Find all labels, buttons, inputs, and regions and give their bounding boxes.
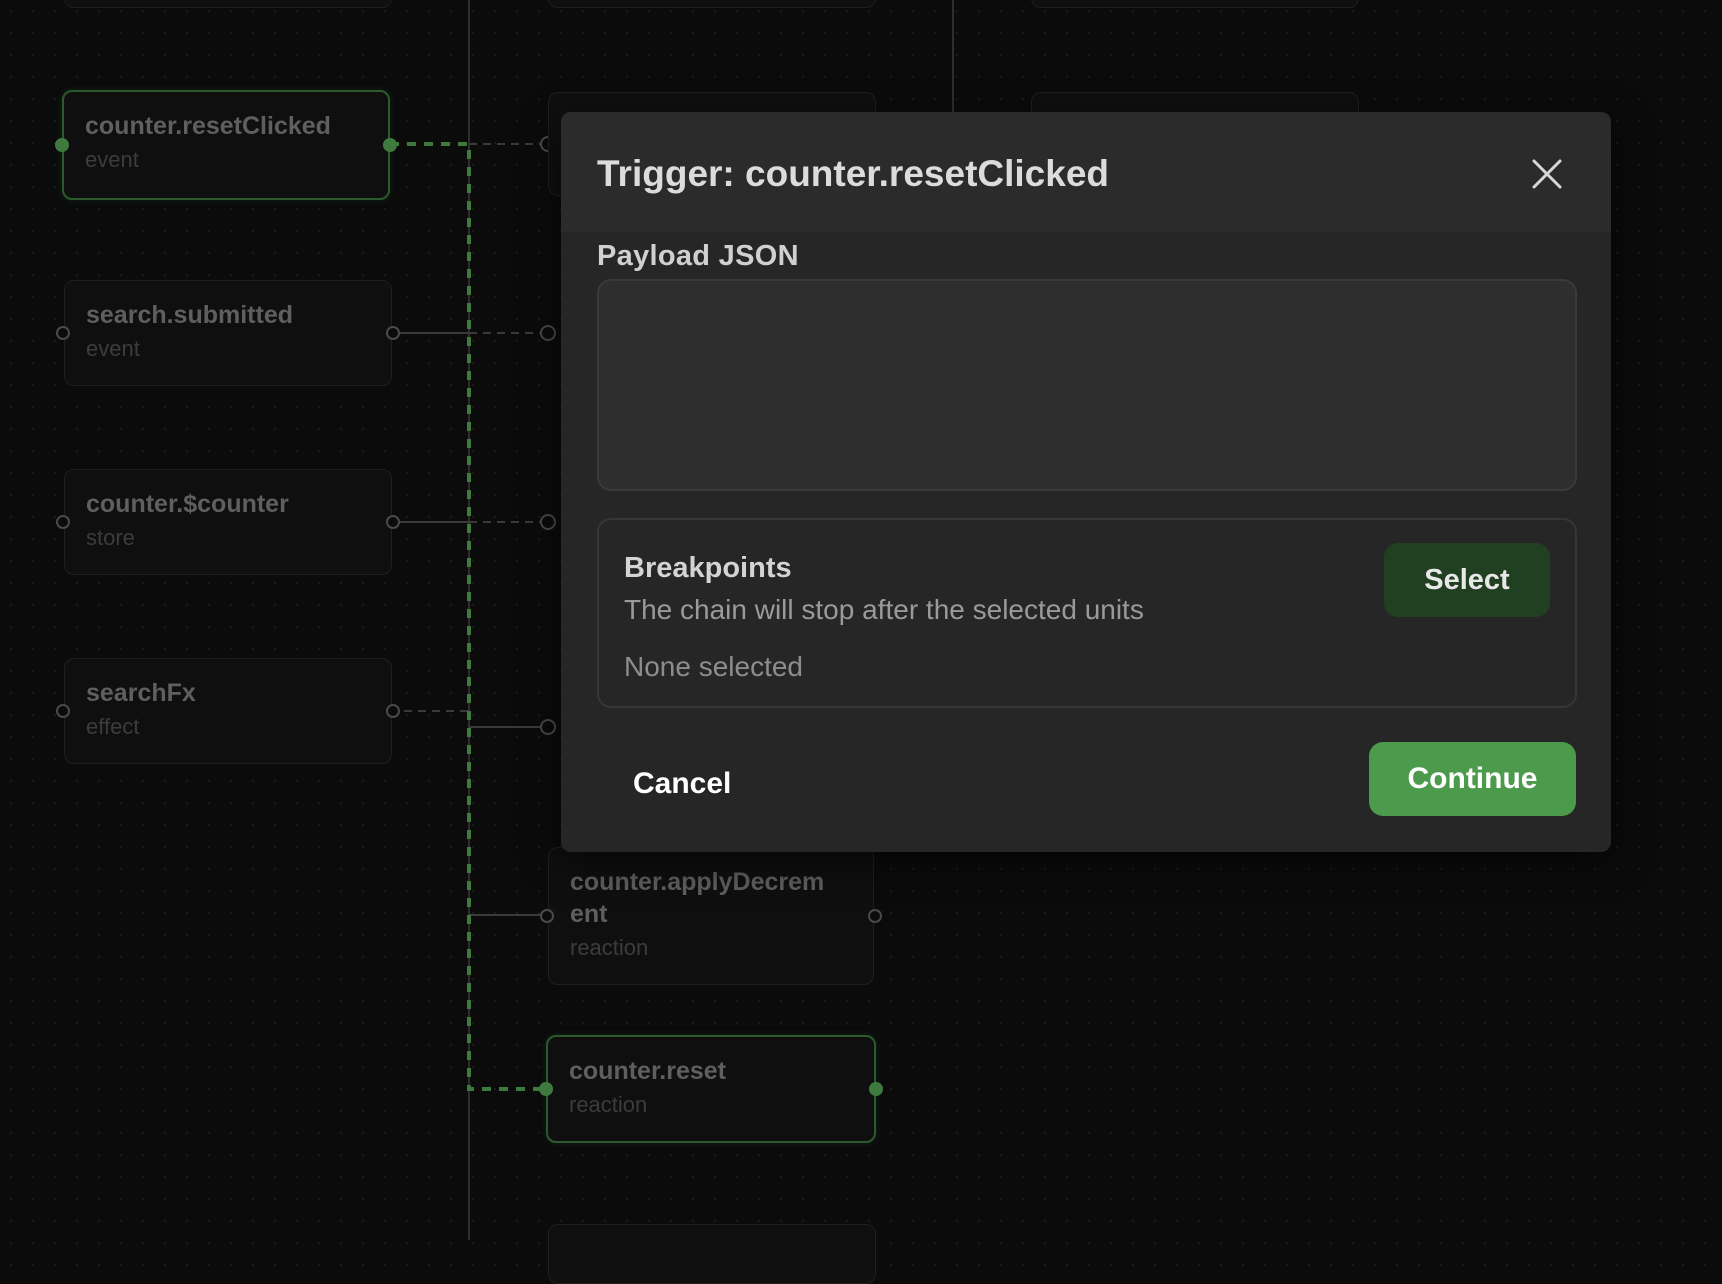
node-input-port[interactable] (56, 704, 70, 718)
port-middle (540, 325, 556, 341)
cancel-button[interactable]: Cancel (633, 764, 731, 804)
node-output-port[interactable] (386, 515, 400, 529)
graph-node-counter-resetclicked[interactable]: counter.resetClicked event (55, 90, 397, 200)
node-title: searchFx (86, 679, 196, 707)
node-input-port[interactable] (55, 138, 69, 152)
node-input-port[interactable] (56, 515, 70, 529)
payload-json-label: Payload JSON (597, 240, 799, 272)
graph-node-counter-store[interactable]: counter.$counter store (56, 469, 400, 575)
node-kind: effect (86, 714, 140, 739)
graph-node-counter-reset[interactable]: counter.reset reaction (539, 1035, 883, 1143)
graph-node-search-submitted[interactable]: search.submitted event (56, 280, 400, 386)
port-middle (540, 514, 556, 530)
node-input-port[interactable] (539, 1082, 553, 1096)
graph-node-partial[interactable] (548, 0, 876, 8)
node-title: counter.resetClicked (85, 112, 331, 140)
node-title: counter.applyDecrem ent (570, 868, 825, 928)
node-kind: store (86, 525, 135, 550)
node-output-port[interactable] (386, 704, 400, 718)
dialog-title: Trigger: counter.resetClicked (597, 153, 1110, 194)
node-title: search.submitted (86, 301, 294, 329)
node-kind: event (85, 147, 139, 172)
node-kind: reaction (569, 1092, 648, 1117)
graph-node-partial[interactable] (548, 1224, 876, 1284)
node-output-port[interactable] (868, 909, 882, 923)
node-title: counter.reset (569, 1057, 727, 1085)
graph-node-searchfx[interactable]: searchFx effect (56, 658, 400, 764)
graph-node-partial[interactable] (1031, 0, 1359, 8)
node-kind: reaction (570, 935, 649, 960)
node-input-port[interactable] (540, 909, 554, 923)
node-kind: event (86, 336, 140, 361)
payload-json-input[interactable] (597, 279, 1577, 491)
breakpoints-description: The chain will stop after the selected u… (624, 594, 1144, 625)
breakpoints-selection-status: None selected (624, 651, 804, 682)
trigger-dialog: Trigger: counter.resetClicked Payload JS… (561, 112, 1611, 852)
port-middle (540, 719, 556, 735)
graph-node-partial[interactable] (64, 0, 392, 8)
node-output-port[interactable] (386, 326, 400, 340)
breakpoints-panel: Breakpoints The chain will stop after th… (597, 518, 1577, 708)
continue-button[interactable]: Continue (1369, 742, 1576, 816)
dialog-header: Trigger: counter.resetClicked (561, 112, 1611, 232)
node-input-port[interactable] (56, 326, 70, 340)
close-icon (1532, 159, 1562, 189)
breakpoints-title: Breakpoints (624, 552, 792, 584)
close-button[interactable] (1527, 154, 1567, 194)
graph-node-counter-applydecrement[interactable]: counter.applyDecrem ent reaction (540, 847, 882, 985)
node-output-port[interactable] (869, 1082, 883, 1096)
node-title: counter.$counter (86, 490, 289, 518)
select-breakpoints-button[interactable]: Select (1384, 543, 1550, 617)
node-output-port[interactable] (383, 138, 397, 152)
